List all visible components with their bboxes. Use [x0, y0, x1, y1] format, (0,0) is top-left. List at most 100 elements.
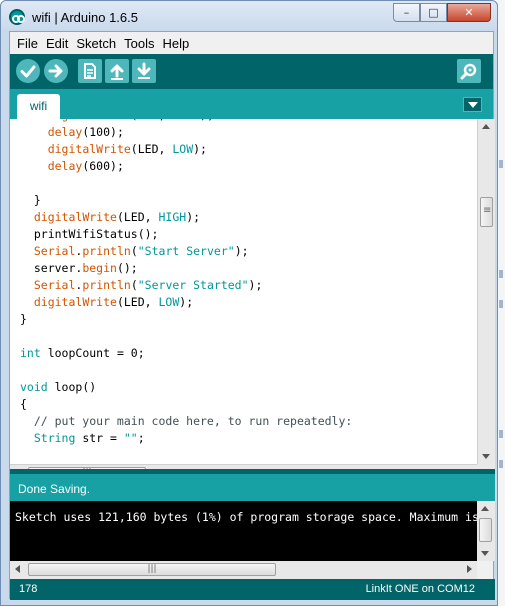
scroll-up-arrow-icon[interactable] [482, 124, 490, 129]
code-token: Serial [33, 244, 76, 258]
tab-menu-dropdown[interactable] [463, 97, 482, 112]
code-token: (600); [82, 159, 124, 173]
code-line[interactable]: digitalWrite(LED, LOW); [20, 294, 193, 311]
arduino-logo-icon [9, 9, 25, 25]
code-area[interactable]: digitalWrite(LED, HIGH); delay(100); dig… [10, 119, 477, 464]
code-token: String [33, 431, 76, 445]
scroll-thumb[interactable] [480, 197, 493, 227]
code-line[interactable]: printWifiStatus(); [20, 226, 159, 243]
scroll-thumb[interactable] [479, 518, 492, 542]
scroll-right-arrow-icon[interactable] [467, 565, 472, 573]
code-token: ; [137, 431, 145, 445]
menu-sketch[interactable]: Sketch [72, 36, 120, 51]
code-line[interactable]: int loopCount = 0; [20, 345, 145, 362]
code-line[interactable]: server.begin(); [20, 260, 138, 277]
tab-strip: wifi [10, 89, 493, 119]
save-button[interactable] [132, 59, 156, 83]
code-line[interactable]: { [20, 396, 27, 413]
code-token: delay [47, 125, 83, 139]
status-bar: Done Saving. [10, 469, 495, 501]
code-line[interactable]: digitalWrite(LED, LOW); [20, 141, 207, 158]
footer-bar: 178 LinkIt ONE on COM12 [10, 579, 495, 600]
code-token: LOW [172, 142, 194, 156]
code-token: void [20, 380, 48, 394]
console-output: Sketch uses 121,160 bytes (1%) of progra… [10, 501, 495, 561]
code-token: loopCount = 0; [40, 346, 145, 360]
menu-help[interactable]: Help [158, 36, 193, 51]
code-line[interactable]: } [20, 311, 27, 328]
verify-button[interactable] [16, 59, 40, 83]
code-token: ); [234, 244, 249, 258]
toolbar [10, 54, 493, 89]
code-token: "Server Started" [137, 278, 249, 292]
background-window-edge [497, 0, 505, 606]
code-token: ); [200, 119, 214, 122]
code-line[interactable]: void loop() [20, 379, 96, 396]
code-line[interactable]: delay(600); [20, 158, 124, 175]
scroll-down-arrow-icon[interactable] [482, 454, 490, 459]
code-token: "" [123, 431, 138, 445]
close-button[interactable]: ✕ [447, 3, 491, 22]
code-token: HIGH [172, 119, 200, 122]
scroll-down-arrow-icon[interactable] [481, 551, 489, 556]
menu-bar: File Edit Sketch Tools Help [10, 32, 493, 54]
code-token: ); [248, 278, 263, 292]
code-token: } [20, 312, 27, 326]
arrow-down-icon [137, 62, 151, 79]
console-vertical-scrollbar[interactable] [477, 501, 495, 561]
serial-monitor-button[interactable] [457, 59, 481, 83]
code-token: println [82, 278, 131, 292]
code-token: (LED, [131, 119, 173, 122]
code-token: digitalWrite [48, 119, 131, 122]
arrow-right-icon [48, 64, 63, 78]
menu-file[interactable]: File [13, 36, 42, 51]
scroll-left-arrow-icon[interactable] [15, 565, 20, 573]
code-line[interactable]: String str = ""; [20, 430, 145, 447]
code-token: // put your main code here, to run repea… [20, 414, 353, 428]
board-port-label: LinkIt ONE on COM12 [365, 583, 475, 595]
menu-tools[interactable]: Tools [120, 36, 158, 51]
minimize-button[interactable]: – [393, 3, 420, 22]
code-token: loop() [47, 380, 97, 394]
code-token: } [20, 193, 41, 207]
code-token: begin [82, 261, 117, 275]
code-token: str = [75, 431, 124, 445]
code-line[interactable]: delay(100); [20, 124, 124, 141]
console-horizontal-scrollbar[interactable]: ||| [10, 561, 477, 579]
code-line[interactable]: } [20, 192, 41, 209]
code-line[interactable]: // put your main code here, to run repea… [20, 413, 353, 430]
maximize-button[interactable]: □ [420, 3, 447, 22]
upload-button[interactable] [44, 59, 68, 83]
open-button[interactable] [105, 59, 129, 83]
code-token: ( [130, 244, 138, 258]
code-token: (LED, [116, 295, 159, 309]
code-token: ( [130, 278, 138, 292]
code-token: HIGH [158, 210, 187, 224]
code-token: ); [193, 142, 207, 156]
scroll-thumb[interactable]: ||| [28, 563, 276, 576]
console-text: Sketch uses 121,160 bytes (1%) of progra… [15, 510, 479, 524]
new-file-icon [84, 63, 96, 79]
check-icon [20, 65, 36, 78]
line-number: 178 [19, 583, 38, 595]
menu-edit[interactable]: Edit [42, 36, 72, 51]
new-button[interactable] [78, 59, 102, 83]
code-token: LOW [158, 295, 180, 309]
code-token: server. [20, 261, 83, 275]
code-token: int [20, 346, 41, 360]
tab-wifi[interactable]: wifi [17, 94, 60, 119]
code-token: Serial [33, 278, 76, 292]
code-token: "Start Server" [137, 244, 235, 258]
code-line[interactable]: Serial.println("Start Server"); [20, 243, 249, 260]
code-editor[interactable]: digitalWrite(LED, HIGH); delay(100); dig… [10, 119, 495, 499]
code-line[interactable]: Serial.println("Server Started"); [20, 277, 263, 294]
code-token: { [20, 397, 27, 411]
scroll-up-arrow-icon[interactable] [481, 506, 489, 511]
code-line[interactable]: digitalWrite(LED, HIGH); [20, 209, 200, 226]
editor-vertical-scrollbar[interactable] [477, 119, 495, 464]
window-client-area: File Edit Sketch Tools Help wifi delay(1… [9, 31, 495, 600]
